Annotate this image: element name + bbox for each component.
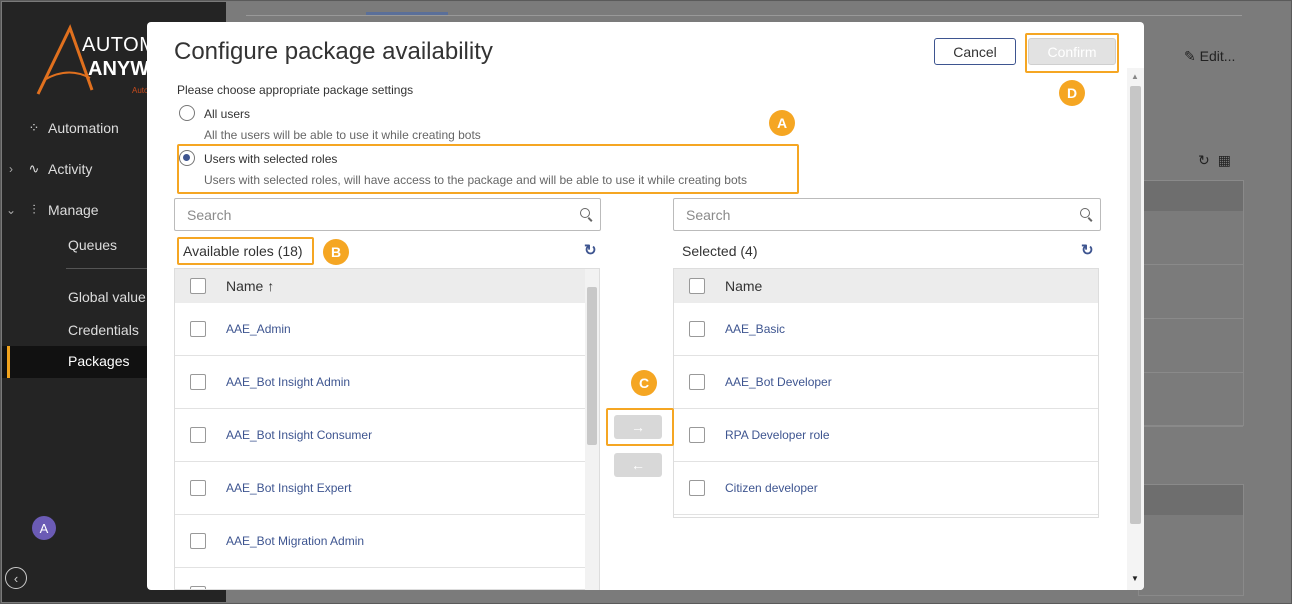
move-left-button[interactable]: ← bbox=[614, 453, 662, 477]
edit-label: Edit... bbox=[1199, 48, 1236, 64]
configure-package-modal: Configure package availability Cancel Co… bbox=[147, 22, 1144, 590]
nav-label: Automation bbox=[48, 120, 119, 136]
selected-search[interactable] bbox=[673, 198, 1101, 231]
logo-subtext: Auto bbox=[132, 86, 149, 95]
radio-description: All the users will be able to use it whi… bbox=[204, 128, 481, 142]
modal-title: Configure package availability bbox=[174, 38, 493, 65]
table-row[interactable]: AAE_Bot Insight Expert bbox=[175, 462, 599, 515]
edit-button[interactable]: ✎ Edit... bbox=[1184, 48, 1235, 65]
role-name: Citizen developer bbox=[725, 481, 818, 495]
callout-badge-c: C bbox=[631, 370, 657, 396]
scroll-up-icon[interactable]: ▲ bbox=[1131, 72, 1139, 81]
table-header: Name bbox=[674, 269, 1098, 303]
table-row[interactable]: Citizen developer bbox=[674, 462, 1098, 515]
role-name: AAE_Bot Insight Consumer bbox=[226, 428, 373, 442]
chevron-down-icon: ⌄ bbox=[5, 203, 17, 217]
callout-badge-d: D bbox=[1059, 80, 1085, 106]
divider bbox=[246, 15, 1242, 16]
background-table bbox=[1138, 180, 1244, 427]
scroll-down-icon[interactable]: ▼ bbox=[1131, 574, 1139, 583]
row-checkbox[interactable] bbox=[190, 321, 206, 337]
callout-badge-a: A bbox=[769, 110, 795, 136]
row-checkbox[interactable] bbox=[689, 427, 705, 443]
role-name: RPA Developer role bbox=[725, 428, 830, 442]
active-tab-indicator bbox=[366, 12, 448, 15]
table-row[interactable]: AAE_Bot Developer bbox=[674, 356, 1098, 409]
callout-badge-b: B bbox=[323, 239, 349, 265]
cancel-button[interactable]: Cancel bbox=[934, 38, 1016, 65]
row-checkbox[interactable] bbox=[190, 480, 206, 496]
row-checkbox[interactable] bbox=[689, 480, 705, 496]
row-checkbox[interactable] bbox=[190, 533, 206, 549]
available-scrollbar[interactable] bbox=[585, 269, 599, 590]
available-search-input[interactable] bbox=[175, 199, 600, 230]
highlight-move-button bbox=[606, 408, 674, 446]
activity-icon: ∿ bbox=[28, 161, 40, 176]
chevron-right-icon: › bbox=[9, 162, 13, 176]
row-checkbox[interactable] bbox=[190, 586, 206, 589]
role-name: AAE_Bot Insight Expert bbox=[226, 481, 352, 495]
automation-icon: ⁘ bbox=[28, 120, 40, 135]
sidebar-item-packages[interactable]: Packages bbox=[68, 353, 129, 369]
selected-roles-table: Name AAE_Basic AAE_Bot Developer RPA Dev… bbox=[673, 268, 1099, 518]
modal-scrollbar[interactable]: ▲ ▼ bbox=[1127, 68, 1144, 590]
role-name: AAE_Bot Developer bbox=[725, 375, 832, 389]
row-checkbox[interactable] bbox=[190, 427, 206, 443]
search-icon bbox=[1080, 208, 1090, 218]
search-icon bbox=[580, 208, 590, 218]
selected-title-label: Selected bbox=[682, 243, 737, 259]
radio-all-users[interactable] bbox=[179, 105, 195, 121]
scrollbar-thumb[interactable] bbox=[587, 287, 597, 445]
collapse-sidebar-icon[interactable]: ‹ bbox=[5, 567, 27, 589]
selected-count: (4) bbox=[740, 243, 758, 259]
table-header: Name ↑ bbox=[175, 269, 599, 303]
column-header-name[interactable]: Name bbox=[725, 278, 762, 294]
settings-prompt: Please choose appropriate package settin… bbox=[177, 83, 414, 97]
available-roles-table: Name ↑ AAE_Admin AAE_Bot Insight Admin A… bbox=[174, 268, 600, 590]
highlight-selected-roles-option bbox=[177, 144, 799, 194]
refresh-icon[interactable]: ↻ bbox=[1198, 152, 1218, 168]
selected-roles-title: Selected (4) bbox=[682, 243, 758, 259]
radio-label: All users bbox=[204, 107, 251, 121]
role-name: AAE_Admin bbox=[226, 322, 291, 336]
selected-search-input[interactable] bbox=[674, 199, 1100, 230]
background-table bbox=[1138, 484, 1244, 596]
row-checkbox[interactable] bbox=[190, 374, 206, 390]
refresh-icon[interactable]: ↻ bbox=[1081, 241, 1094, 259]
sidebar-item-credentials[interactable]: Credentials bbox=[68, 322, 139, 338]
nav-label: Manage bbox=[48, 202, 99, 218]
sidebar-item-global-values[interactable]: Global value bbox=[68, 289, 146, 305]
highlight-confirm bbox=[1025, 33, 1119, 73]
table-row[interactable] bbox=[175, 568, 599, 589]
role-name: AAE_Bot Insight Admin bbox=[226, 375, 351, 389]
role-name: AAE_Bot Migration Admin bbox=[226, 534, 365, 548]
table-row[interactable]: AAE_Bot Migration Admin bbox=[175, 515, 599, 568]
nav-label: Activity bbox=[48, 161, 93, 177]
table-row[interactable]: AAE_Bot Insight Admin bbox=[175, 356, 599, 409]
table-row[interactable]: AAE_Bot Insight Consumer bbox=[175, 409, 599, 462]
table-row[interactable]: AAE_Admin bbox=[175, 303, 599, 356]
columns-icon[interactable]: ▦ bbox=[1218, 152, 1239, 168]
refresh-icon[interactable]: ↻ bbox=[584, 241, 597, 259]
select-all-checkbox[interactable] bbox=[190, 278, 206, 294]
logo-text-bold: ANYW bbox=[88, 58, 150, 80]
manage-icon: ⫶ bbox=[32, 202, 36, 217]
row-checkbox[interactable] bbox=[689, 321, 705, 337]
table-row[interactable]: AAE_Basic bbox=[674, 303, 1098, 356]
logo-text: AUTOM bbox=[82, 34, 157, 56]
role-name: AAE_Basic bbox=[725, 322, 786, 336]
select-all-checkbox[interactable] bbox=[689, 278, 705, 294]
available-search[interactable] bbox=[174, 198, 601, 231]
table-tools: ↻▦ bbox=[1198, 152, 1239, 169]
column-header-name[interactable]: Name ↑ bbox=[226, 278, 274, 294]
scrollbar-thumb[interactable] bbox=[1130, 86, 1141, 524]
highlight-available-roles bbox=[177, 237, 314, 265]
table-row[interactable]: RPA Developer role bbox=[674, 409, 1098, 462]
avatar[interactable]: A bbox=[32, 516, 56, 540]
sidebar-item-queues[interactable]: Queues bbox=[68, 237, 117, 253]
row-checkbox[interactable] bbox=[689, 374, 705, 390]
